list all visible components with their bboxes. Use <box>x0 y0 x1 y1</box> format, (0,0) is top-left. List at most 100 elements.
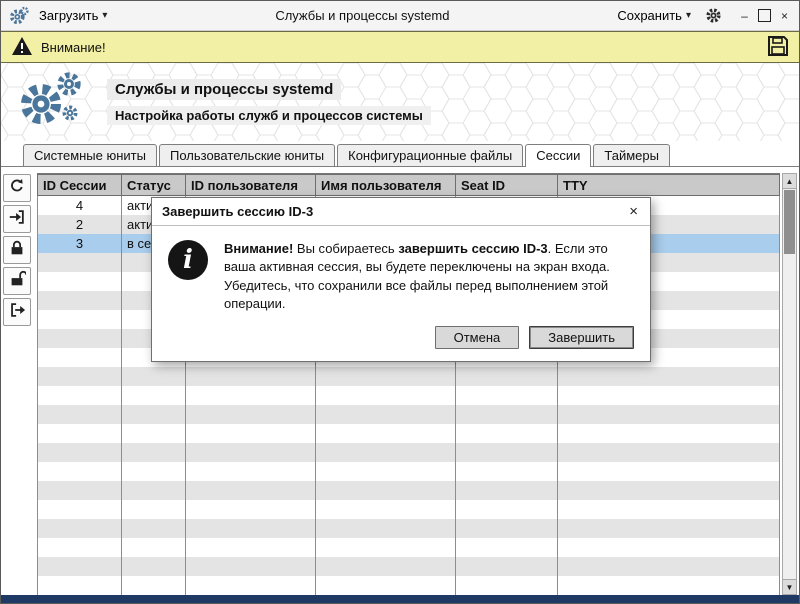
column-header-id-сессии[interactable]: ID Сессии <box>38 175 122 196</box>
save-menu-button[interactable]: Сохранить ▾ <box>613 6 695 25</box>
lock-session-button[interactable] <box>3 236 31 264</box>
cell: 3 <box>38 234 122 253</box>
cell <box>38 272 122 291</box>
cell <box>122 424 186 443</box>
dialog-message: Внимание! Вы собираетесь завершить сесси… <box>224 240 634 314</box>
table-row-empty[interactable] <box>38 500 780 519</box>
cell <box>38 481 122 500</box>
floppy-save-icon[interactable] <box>767 35 789 60</box>
terminate-session-dialog: Завершить сессию ID-3 × i Внимание! Вы с… <box>151 197 651 362</box>
scroll-down-button[interactable]: ▼ <box>783 579 796 594</box>
app-logo-gears-icon <box>17 70 87 134</box>
tab-сессии[interactable]: Сессии <box>525 144 591 167</box>
unlock-icon <box>8 270 26 293</box>
cell <box>456 519 558 538</box>
close-button[interactable]: × <box>778 9 791 22</box>
cell <box>558 481 780 500</box>
cell <box>122 367 186 386</box>
cell <box>122 576 186 595</box>
cell <box>316 576 456 595</box>
cell <box>38 386 122 405</box>
cell <box>456 557 558 576</box>
cell <box>122 500 186 519</box>
warning-label: Внимание! <box>41 40 106 55</box>
cell <box>38 329 122 348</box>
cell <box>558 405 780 424</box>
scrollbar-thumb[interactable] <box>784 190 795 254</box>
column-header-имя-пользователя[interactable]: Имя пользователя <box>316 175 456 196</box>
table-row-empty[interactable] <box>38 462 780 481</box>
scroll-up-button[interactable]: ▲ <box>783 174 796 189</box>
confirm-terminate-button[interactable]: Завершить <box>529 326 634 349</box>
cell <box>456 481 558 500</box>
cell <box>38 310 122 329</box>
cell <box>186 557 316 576</box>
cell <box>316 386 456 405</box>
table-row-empty[interactable] <box>38 557 780 576</box>
cell <box>122 481 186 500</box>
logout-icon <box>8 301 26 324</box>
load-menu-button[interactable]: Загрузить ▾ <box>35 6 111 25</box>
cell <box>316 481 456 500</box>
cell <box>122 386 186 405</box>
column-header-tty[interactable]: TTY <box>558 175 780 196</box>
cancel-button[interactable]: Отмена <box>435 326 520 349</box>
cell <box>186 405 316 424</box>
column-header-id-пользователя[interactable]: ID пользователя <box>186 175 316 196</box>
cell <box>558 519 780 538</box>
cell <box>558 424 780 443</box>
minimize-button[interactable]: – <box>738 9 751 22</box>
tab-пользовательские-юниты[interactable]: Пользовательские юниты <box>159 144 335 166</box>
tab-bar: Системные юнитыПользовательские юнитыКон… <box>1 141 799 167</box>
cell <box>186 519 316 538</box>
tab-таймеры[interactable]: Таймеры <box>593 144 670 166</box>
column-header-статус[interactable]: Статус <box>122 175 186 196</box>
tab-конфигурационные-файлы[interactable]: Конфигурационные файлы <box>337 144 523 166</box>
cell <box>316 405 456 424</box>
cell <box>186 576 316 595</box>
vertical-scrollbar[interactable]: ▲ ▼ <box>782 173 797 595</box>
table-row-empty[interactable] <box>38 424 780 443</box>
table-row-empty[interactable] <box>38 405 780 424</box>
cell <box>38 538 122 557</box>
tab-системные-юниты[interactable]: Системные юниты <box>23 144 157 166</box>
cell <box>316 367 456 386</box>
table-row-empty[interactable] <box>38 538 780 557</box>
warning-bar: Внимание! <box>1 31 799 63</box>
cell <box>186 367 316 386</box>
cell <box>456 576 558 595</box>
cell <box>558 557 780 576</box>
dialog-close-icon[interactable]: × <box>627 204 640 219</box>
cell <box>38 348 122 367</box>
table-row-empty[interactable] <box>38 386 780 405</box>
table-row-empty[interactable] <box>38 367 780 386</box>
cell <box>38 253 122 272</box>
maximize-button[interactable] <box>758 9 771 22</box>
column-header-seat-id[interactable]: Seat ID <box>456 175 558 196</box>
table-row-empty[interactable] <box>38 443 780 462</box>
table-row-empty[interactable] <box>38 481 780 500</box>
table-row-empty[interactable] <box>38 519 780 538</box>
lock-icon <box>8 239 26 262</box>
settings-gear-icon[interactable] <box>705 7 722 24</box>
cell <box>122 462 186 481</box>
page-title: Службы и процессы systemd <box>107 79 341 100</box>
unlock-session-button[interactable] <box>3 267 31 295</box>
scrollbar-track[interactable] <box>783 189 796 579</box>
cell <box>316 500 456 519</box>
bottom-strip <box>1 595 799 603</box>
cell <box>122 405 186 424</box>
cell <box>38 557 122 576</box>
cell <box>558 576 780 595</box>
cell <box>316 462 456 481</box>
refresh-button[interactable] <box>3 174 31 202</box>
cell <box>316 557 456 576</box>
cell <box>186 500 316 519</box>
cell <box>558 462 780 481</box>
cell <box>38 500 122 519</box>
window-title: Службы и процессы systemd <box>117 8 607 23</box>
attach-session-button[interactable] <box>3 205 31 233</box>
load-menu-label: Загрузить <box>39 8 98 23</box>
terminate-session-button[interactable] <box>3 298 31 326</box>
table-row-empty[interactable] <box>38 576 780 595</box>
